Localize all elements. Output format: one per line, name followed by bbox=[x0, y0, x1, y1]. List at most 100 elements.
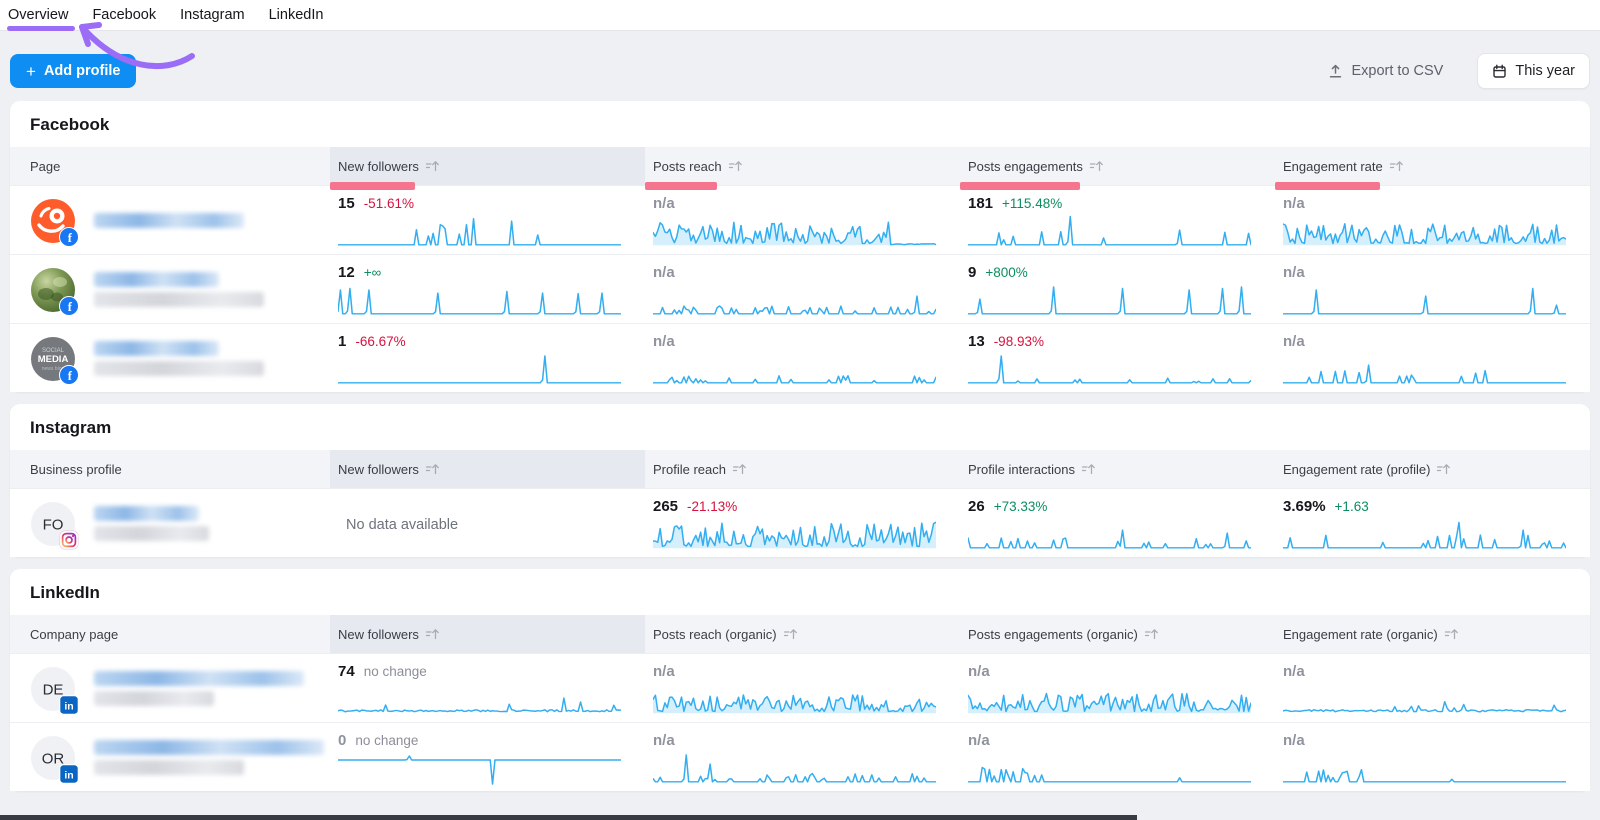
metric-value: 12 bbox=[338, 264, 355, 281]
metric-cell: 74no change bbox=[330, 654, 645, 723]
trend-sparkline bbox=[653, 281, 936, 318]
metric-cell: n/a bbox=[1275, 255, 1590, 324]
column-header-posts-reach[interactable]: Posts reach bbox=[645, 147, 960, 185]
trend-sparkline bbox=[968, 749, 1251, 786]
date-range-label: This year bbox=[1515, 63, 1575, 79]
metric-value: n/a bbox=[653, 663, 675, 680]
nav-tab-facebook[interactable]: Facebook bbox=[92, 0, 156, 30]
metric-change: no change bbox=[355, 733, 418, 748]
trend-sparkline bbox=[1283, 749, 1566, 786]
column-header-posts-reach-organic-[interactable]: Posts reach (organic) bbox=[645, 615, 960, 653]
column-header-engagement-rate-profile-[interactable]: Engagement rate (profile) bbox=[1275, 450, 1590, 488]
metric-value: 74 bbox=[338, 663, 355, 680]
profile-entity-cell: f bbox=[10, 186, 330, 255]
profile-avatar: f bbox=[30, 198, 76, 244]
facebook-table-header: PageNew followersPosts reachPosts engage… bbox=[10, 147, 1590, 185]
metric-value: n/a bbox=[653, 195, 675, 212]
metric-cell: 12 +∞ bbox=[330, 255, 645, 324]
column-label: Profile interactions bbox=[968, 462, 1075, 477]
metric-change: +∞ bbox=[364, 265, 382, 280]
metric-change: +800% bbox=[985, 265, 1027, 280]
metric-cell: 181+115.48% bbox=[960, 186, 1275, 255]
metric-change: +115.48% bbox=[1002, 196, 1062, 211]
metric-value: 13 bbox=[968, 333, 985, 350]
facebook-badge-icon: f bbox=[59, 365, 79, 385]
redacted-text-line bbox=[94, 361, 264, 376]
redacted-text-line bbox=[94, 760, 244, 775]
metric-change: -98.93% bbox=[994, 334, 1044, 349]
profile-row[interactable]: FONo data available265-21.13%26+73.33%3.… bbox=[10, 488, 1590, 557]
column-label: Engagement rate bbox=[1283, 159, 1383, 174]
redacted-text-line bbox=[94, 272, 219, 287]
linkedin-badge-icon: in bbox=[59, 764, 79, 784]
nav-tab-linkedin[interactable]: LinkedIn bbox=[269, 0, 324, 30]
trend-sparkline bbox=[653, 749, 936, 786]
metric-value: 1 bbox=[338, 333, 346, 350]
plus-icon: + bbox=[26, 63, 36, 80]
profile-avatar: DEin bbox=[30, 666, 76, 712]
metric-cell: n/a bbox=[1275, 324, 1590, 393]
trend-sparkline bbox=[1283, 350, 1566, 387]
redacted-profile-name bbox=[94, 213, 244, 228]
export-csv-button[interactable]: Export to CSV bbox=[1322, 62, 1449, 80]
export-icon bbox=[1328, 64, 1343, 79]
column-label: Posts reach (organic) bbox=[653, 627, 777, 642]
column-header-engagement-rate[interactable]: Engagement rate bbox=[1275, 147, 1590, 185]
column-header-engagement-rate-organic-[interactable]: Engagement rate (organic) bbox=[1275, 615, 1590, 653]
column-header-profile-interactions[interactable]: Profile interactions bbox=[960, 450, 1275, 488]
report-sections: FacebookPageNew followersPosts reachPost… bbox=[0, 101, 1600, 791]
trend-sparkline bbox=[968, 515, 1251, 552]
linkedin-badge-icon: in bbox=[59, 695, 79, 715]
profile-row[interactable]: SOCIALMEDIAnews blogf1-66.67%n/a13-98.93… bbox=[10, 323, 1590, 392]
metric-cell: 15-51.61% bbox=[330, 186, 645, 255]
nav-tab-instagram[interactable]: Instagram bbox=[180, 0, 244, 30]
sort-icon bbox=[1444, 627, 1459, 641]
annotation-highlight-bar bbox=[960, 182, 1080, 190]
sort-icon bbox=[1081, 462, 1096, 476]
trend-sparkline bbox=[968, 212, 1251, 249]
column-header-profile-reach[interactable]: Profile reach bbox=[645, 450, 960, 488]
redacted-text-line bbox=[94, 292, 264, 307]
no-data-label: No data available bbox=[338, 498, 621, 552]
instagram-section-title: Instagram bbox=[10, 404, 1590, 450]
redacted-profile-name bbox=[94, 341, 264, 376]
metric-cell: n/a bbox=[645, 324, 960, 393]
column-header-posts-engagements[interactable]: Posts engagements bbox=[960, 147, 1275, 185]
profile-row[interactable]: DEin 74no change n/a n/a n/a bbox=[10, 653, 1590, 722]
metric-cell: n/a bbox=[1275, 654, 1590, 723]
add-profile-button[interactable]: + Add profile bbox=[10, 54, 136, 88]
redacted-profile-name bbox=[94, 740, 324, 775]
redacted-profile-name bbox=[94, 671, 304, 706]
sort-icon bbox=[783, 627, 798, 641]
facebook-section-title: Facebook bbox=[10, 101, 1590, 147]
column-header-new-followers[interactable]: New followers bbox=[330, 147, 645, 185]
metric-cell: 0no change bbox=[330, 723, 645, 792]
metric-change: +73.33% bbox=[994, 499, 1048, 514]
screenshot-bottom-bar bbox=[0, 815, 1137, 820]
metric-value: n/a bbox=[968, 663, 990, 680]
metric-cell: n/a bbox=[645, 654, 960, 723]
metric-value: n/a bbox=[1283, 732, 1305, 749]
redacted-profile-name bbox=[94, 272, 264, 307]
column-header-entity: Company page bbox=[10, 615, 330, 653]
export-csv-label: Export to CSV bbox=[1351, 63, 1443, 79]
trend-sparkline bbox=[968, 350, 1251, 387]
profile-row[interactable]: f12+∞n/a9+800%n/a bbox=[10, 254, 1590, 323]
column-label: Profile reach bbox=[653, 462, 726, 477]
metric-cell: 1-66.67% bbox=[330, 324, 645, 393]
column-header-posts-engagements-organic-[interactable]: Posts engagements (organic) bbox=[960, 615, 1275, 653]
profile-row[interactable]: f15-51.61%n/a181+115.48%n/a bbox=[10, 185, 1590, 254]
metric-value: 265 bbox=[653, 498, 678, 515]
date-range-button[interactable]: This year bbox=[1477, 53, 1590, 89]
trend-sparkline bbox=[338, 350, 621, 387]
profile-row[interactable]: ORin0no changen/an/an/a bbox=[10, 722, 1590, 791]
profile-avatar: ORin bbox=[30, 735, 76, 781]
column-label: New followers bbox=[338, 627, 419, 642]
metric-value: n/a bbox=[1283, 333, 1305, 350]
metric-cell: n/a bbox=[645, 255, 960, 324]
trend-sparkline bbox=[653, 680, 936, 717]
redacted-text-line bbox=[94, 341, 219, 356]
column-header-new-followers[interactable]: New followers bbox=[330, 450, 645, 488]
column-header-new-followers[interactable]: New followers bbox=[330, 615, 645, 653]
metric-change: +1.63 bbox=[1335, 499, 1369, 514]
